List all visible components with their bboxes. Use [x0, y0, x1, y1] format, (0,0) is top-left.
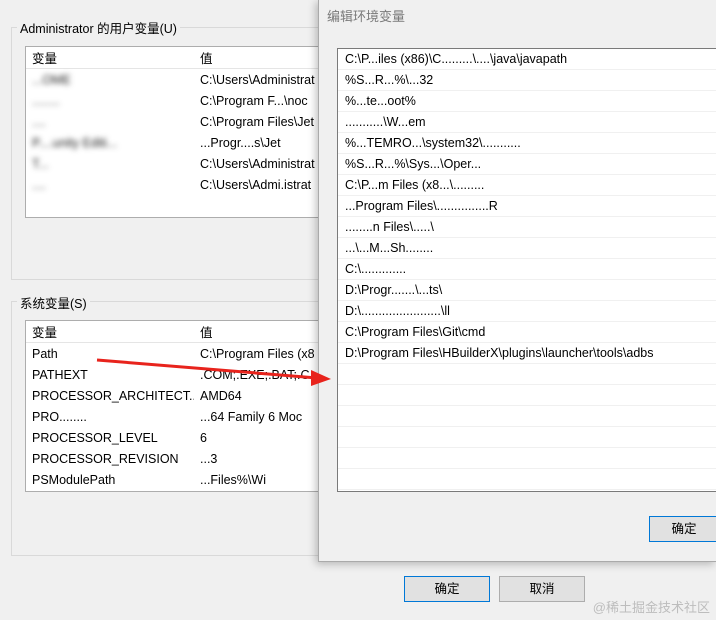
path-entry[interactable]: [338, 385, 716, 406]
edit-environment-variable-dialog: 编辑环境变量 C:\P...iles (x86)\C.........\....…: [318, 0, 716, 562]
variable-value: C:\Users\Administrat: [200, 72, 315, 87]
path-entries-list[interactable]: C:\P...iles (x86)\C.........\....\java\j…: [337, 48, 716, 492]
path-entry[interactable]: %S...R...%\...32: [338, 70, 716, 91]
variable-name: PRO........: [32, 409, 87, 424]
variable-name: PROCESSOR_ARCHITECT...: [32, 388, 194, 403]
system-variables-title: 系统变量(S): [17, 293, 90, 312]
path-entry[interactable]: [338, 406, 716, 427]
variable-value: 6: [200, 430, 207, 445]
table-row[interactable]: ...OME C:\Users\Administrat: [26, 69, 320, 90]
variable-value: ...3: [200, 451, 218, 466]
path-entry[interactable]: [338, 364, 716, 385]
table-row[interactable]: PROCESSOR_LEVEL 6: [26, 427, 320, 448]
table-row[interactable]: T... C:\Users\Administrat: [26, 153, 320, 174]
path-entry[interactable]: C:\P...m Files (x8...\.........: [338, 175, 716, 196]
table-row[interactable]: .... C:\Users\Admi.istrat: [26, 174, 320, 195]
table-row[interactable]: PSModulePath ...Files%\Wi: [26, 469, 320, 490]
user-variables-title: Administrator 的用户变量(U): [17, 18, 180, 37]
variable-name: PSModulePath: [32, 472, 116, 487]
user-variables-list[interactable]: 变量 值 ...OME C:\Users\Administrat........ C…: [25, 46, 321, 218]
table-row[interactable]: P....unity Editi... ...Progr....s\Jet: [26, 132, 320, 153]
table-row[interactable]: .... C:\Program Files\Jet: [26, 111, 320, 132]
path-entry[interactable]: ........n Files\.....\: [338, 217, 716, 238]
table-row[interactable]: PROCESSOR_ARCHITECT... AMD64: [26, 385, 320, 406]
path-entry[interactable]: [338, 469, 716, 490]
path-entry[interactable]: %...te...oot%: [338, 91, 716, 112]
variable-value: ...64 Family 6 Moc: [200, 409, 303, 424]
header-variable[interactable]: 变量: [26, 322, 194, 341]
path-entry[interactable]: C:\Program Files\Git\cmd: [338, 322, 716, 343]
path-entry[interactable]: %S...R...%\Sys...\Oper...: [338, 154, 716, 175]
path-entry[interactable]: C:\P...iles (x86)\C.........\....\java\j…: [338, 49, 716, 70]
red-arrow-annotation: [96, 358, 331, 386]
variable-value: ...Files%\Wi: [200, 472, 266, 487]
variable-name: ....: [32, 114, 46, 129]
variable-value: C:\Users\Administrat: [200, 156, 315, 171]
variable-value: ...Progr....s\Jet: [200, 135, 281, 150]
user-variables-header: 变量 值: [26, 47, 320, 69]
header-value[interactable]: 值: [194, 48, 213, 67]
header-value[interactable]: 值: [194, 322, 213, 341]
variable-value: AMD64: [200, 388, 242, 403]
header-variable[interactable]: 变量: [26, 48, 194, 67]
system-variables-list[interactable]: 变量 值 Path C:\Program Files (x8 PATHEXT .COM…: [25, 320, 321, 492]
table-row[interactable]: PROCESSOR_REVISION ...3: [26, 448, 320, 469]
variable-name: P....unity Editi...: [32, 135, 118, 150]
path-entry[interactable]: [338, 427, 716, 448]
table-row[interactable]: PRO........ ...64 Family 6 Moc: [26, 406, 320, 427]
path-entry[interactable]: C:\.............: [338, 259, 716, 280]
path-entry[interactable]: ...Program Files\...............R: [338, 196, 716, 217]
variable-name: ........: [32, 93, 60, 108]
watermark: @稀土掘金技术社区: [592, 600, 710, 615]
path-entry[interactable]: D:\Program Files\HBuilderX\plugins\launc…: [338, 343, 716, 364]
variable-name: ...OME: [32, 72, 71, 87]
path-entry[interactable]: ...........\W...em: [338, 112, 716, 133]
dialog-title: 编辑环境变量: [327, 9, 406, 24]
dialog-ok-button[interactable]: 确定: [649, 516, 716, 542]
path-entry[interactable]: %...TEMRO...\system32\...........: [338, 133, 716, 154]
path-entry[interactable]: [338, 448, 716, 469]
variable-name: T...: [32, 156, 49, 171]
variable-value: C:\Program F...\noc: [200, 93, 308, 108]
path-entry[interactable]: D:\Progr.......\...ts\: [338, 280, 716, 301]
ok-button[interactable]: 确定: [404, 576, 490, 602]
variable-name: PROCESSOR_LEVEL: [32, 430, 158, 445]
variable-name: PROCESSOR_REVISION: [32, 451, 179, 466]
table-row[interactable]: ........ C:\Program F...\noc: [26, 90, 320, 111]
variable-value: C:\Users\Admi.istrat: [200, 177, 312, 192]
variable-value: C:\Program Files\Jet: [200, 114, 314, 129]
cancel-button[interactable]: 取消: [499, 576, 585, 602]
system-variables-header: 变量 值: [26, 321, 320, 343]
path-entry[interactable]: ...\...M...Sh........: [338, 238, 716, 259]
path-entry[interactable]: D:\.......................\ll: [338, 301, 716, 322]
variable-name: ....: [32, 177, 46, 192]
